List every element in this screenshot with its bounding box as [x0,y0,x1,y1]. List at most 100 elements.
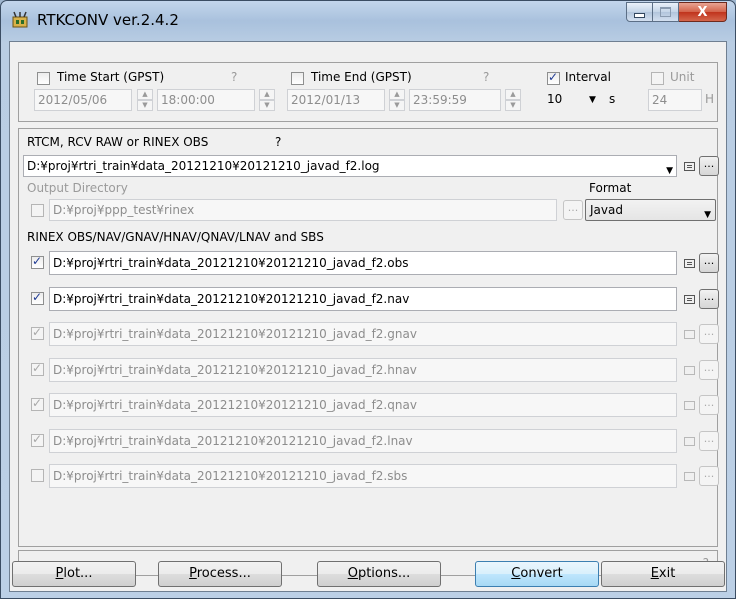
view-file-icon[interactable] [684,472,695,481]
rinex-file-browse-button[interactable]: ... [699,289,719,309]
time-start-date-field[interactable]: 2012/05/06 [34,89,132,111]
spin-up-icon[interactable]: ▲ [259,89,275,100]
time-end-help[interactable]: ? [483,70,489,84]
input-browse-button[interactable]: ... [699,156,719,176]
rinex-file-browse-button[interactable]: ... [699,253,719,273]
time-end-date-field[interactable]: 2012/01/13 [287,89,385,111]
rinex-file-browse-button[interactable]: ... [699,431,719,451]
spin-down-icon[interactable]: ▼ [505,100,521,111]
rinex-file-browse-button[interactable]: ... [699,360,719,380]
rinex-file-field[interactable]: D:¥proj¥rtri_train¥data_20121210¥2012121… [49,287,677,311]
unit-field[interactable]: 24 [648,89,702,111]
output-directory-label: Output Directory [27,181,128,195]
time-start-time-spinner[interactable]: ▲ ▼ [259,89,275,111]
minimize-button[interactable] [626,2,653,22]
output-directory-checkbox[interactable] [31,204,44,217]
output-directory-field[interactable]: D:¥proj¥ppp_test¥rinex [49,199,557,221]
rinex-file-checkbox[interactable] [31,254,44,269]
caption-buttons: X [626,2,727,24]
rtkconv-window: RTKCONV ver.2.4.2 X Time Start (GPST) ? … [0,0,736,599]
minimize-icon [634,12,645,18]
spin-down-icon[interactable]: ▼ [137,100,153,111]
app-icon [12,11,28,28]
rinex-file-browse-button[interactable]: ... [699,466,719,486]
time-end-label: Time End (GPST) [311,70,412,84]
output-directory-browse-button[interactable]: ... [563,200,583,220]
exit-mnemonic: E [650,566,659,581]
unit-suffix: H [705,92,715,106]
title-bar[interactable]: RTKCONV ver.2.4.2 X [1,1,735,41]
time-start-checkbox[interactable] [37,72,50,85]
time-start-time-field[interactable]: 18:00:00 [157,89,255,111]
exit-label: xit [658,566,676,581]
interval-select[interactable]: 10 ▼ [543,89,601,111]
options-label: ptions... [357,566,411,581]
view-file-icon[interactable] [684,437,695,446]
rinex-file-checkbox[interactable] [31,469,44,482]
time-start-help[interactable]: ? [231,70,237,84]
convert-mnemonic: C [511,566,521,581]
time-end-time-field[interactable]: 23:59:59 [409,89,501,111]
view-file-icon[interactable] [684,162,695,171]
rinex-file-browse-button[interactable]: ... [699,324,719,344]
input-file-label: RTCM, RCV RAW or RINEX OBS [27,135,209,149]
rinex-file-checkbox[interactable] [31,290,44,305]
rinex-file-field[interactable]: D:¥proj¥rtri_train¥data_20121210¥2012121… [49,358,677,382]
exit-button[interactable]: Exit [601,561,725,587]
interval-label: Interval [565,70,611,84]
plot-label: lot... [63,566,93,581]
plot-button[interactable]: Plot... [12,561,136,587]
options-button[interactable]: Options... [317,561,441,587]
chevron-down-icon: ▼ [704,210,711,220]
spin-up-icon[interactable]: ▲ [137,89,153,100]
maximize-icon [660,7,671,17]
spin-down-icon[interactable]: ▼ [389,100,405,111]
time-end-checkbox[interactable] [291,72,304,85]
convert-label: onvert [520,566,563,581]
time-start-date-spinner[interactable]: ▲ ▼ [137,89,153,111]
unit-checkbox[interactable] [651,72,664,85]
time-panel: Time Start (GPST) ? 2012/05/06 ▲ ▼ 18:00… [18,62,718,122]
interval-checkbox[interactable] [547,70,560,85]
rinex-file-field[interactable]: D:¥proj¥rtri_train¥data_20121210¥2012121… [49,464,677,488]
maximize-button[interactable] [653,2,679,22]
chevron-down-icon: ▼ [589,95,596,105]
rinex-file-browse-button[interactable]: ... [699,395,719,415]
rinex-file-field[interactable]: D:¥proj¥rtri_train¥data_20121210¥2012121… [49,429,677,453]
rinex-file-checkbox[interactable] [31,361,44,376]
client-area: Time Start (GPST) ? 2012/05/06 ▲ ▼ 18:00… [9,41,727,592]
options-mnemonic: O [347,566,358,581]
rinex-file-checkbox[interactable] [31,432,44,447]
rinex-file-field[interactable]: D:¥proj¥rtri_train¥data_20121210¥2012121… [49,251,677,275]
input-file-help[interactable]: ? [275,135,281,149]
view-file-icon[interactable] [684,366,695,375]
view-file-icon[interactable] [684,259,695,268]
view-file-icon[interactable] [684,295,695,304]
time-start-label: Time Start (GPST) [57,70,165,84]
format-select[interactable]: Javad ▼ [585,199,716,221]
rinex-file-field[interactable]: D:¥proj¥rtri_train¥data_20121210¥2012121… [49,393,677,417]
files-panel: RTCM, RCV RAW or RINEX OBS ? D:¥proj¥rtr… [18,128,719,547]
process-button[interactable]: Process... [158,561,282,587]
spin-up-icon[interactable]: ▲ [389,89,405,100]
time-end-date-spinner[interactable]: ▲ ▼ [389,89,405,111]
rinex-file-field[interactable]: D:¥proj¥rtri_train¥data_20121210¥2012121… [49,322,677,346]
interval-unit: s [609,92,616,106]
input-file-path: D:¥proj¥rtri_train¥data_20121210¥2012121… [27,159,380,173]
close-button[interactable]: X [679,2,727,22]
spin-down-icon[interactable]: ▼ [259,100,275,111]
chevron-down-icon: ▼ [666,166,673,176]
view-file-icon[interactable] [684,330,695,339]
process-label: rocess... [196,566,251,581]
rinex-file-checkbox[interactable] [31,396,44,411]
view-file-icon[interactable] [684,401,695,410]
spin-up-icon[interactable]: ▲ [505,89,521,100]
rinex-files-label: RINEX OBS/NAV/GNAV/HNAV/QNAV/LNAV and SB… [27,230,324,244]
input-file-combo[interactable]: D:¥proj¥rtri_train¥data_20121210¥2012121… [23,155,677,177]
time-end-time-spinner[interactable]: ▲ ▼ [505,89,521,111]
convert-button[interactable]: Convert [475,561,599,587]
unit-label: Unit [670,70,695,84]
rinex-file-checkbox[interactable] [31,325,44,340]
interval-value: 10 [547,92,563,106]
window-title: RTKCONV ver.2.4.2 [37,11,179,29]
